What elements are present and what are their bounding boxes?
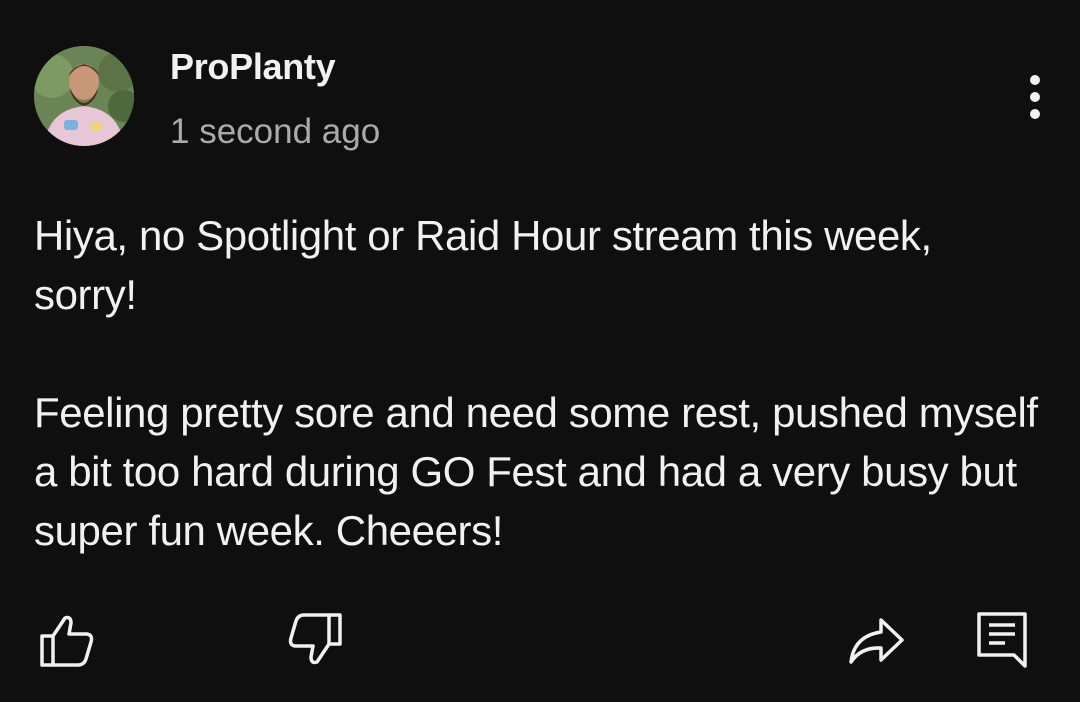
reply-button[interactable]: [972, 610, 1032, 670]
post-paragraph: Feeling pretty sore and need some rest, …: [34, 389, 1038, 554]
post-timestamp: 1 second ago: [170, 112, 381, 151]
author-avatar[interactable]: [34, 46, 134, 146]
thumbs-down-icon: [288, 613, 342, 665]
post-body: Hiya, no Spotlight or Raid Hour stream t…: [34, 206, 1044, 560]
post-paragraph: Hiya, no Spotlight or Raid Hour stream t…: [34, 212, 932, 318]
community-post: ProPlanty 1 second ago Hiya, no Spotligh…: [0, 0, 1080, 702]
author-name[interactable]: ProPlanty: [170, 46, 336, 88]
more-vert-icon: [1030, 75, 1040, 119]
share-button[interactable]: [846, 610, 906, 670]
share-arrow-icon: [849, 618, 904, 664]
comment-reply-icon: [977, 612, 1027, 668]
avatar-image: [34, 46, 134, 146]
dislike-button[interactable]: [286, 610, 346, 670]
thumbs-up-icon: [40, 615, 94, 667]
more-options-button[interactable]: [1010, 66, 1060, 128]
like-button[interactable]: [36, 610, 96, 670]
